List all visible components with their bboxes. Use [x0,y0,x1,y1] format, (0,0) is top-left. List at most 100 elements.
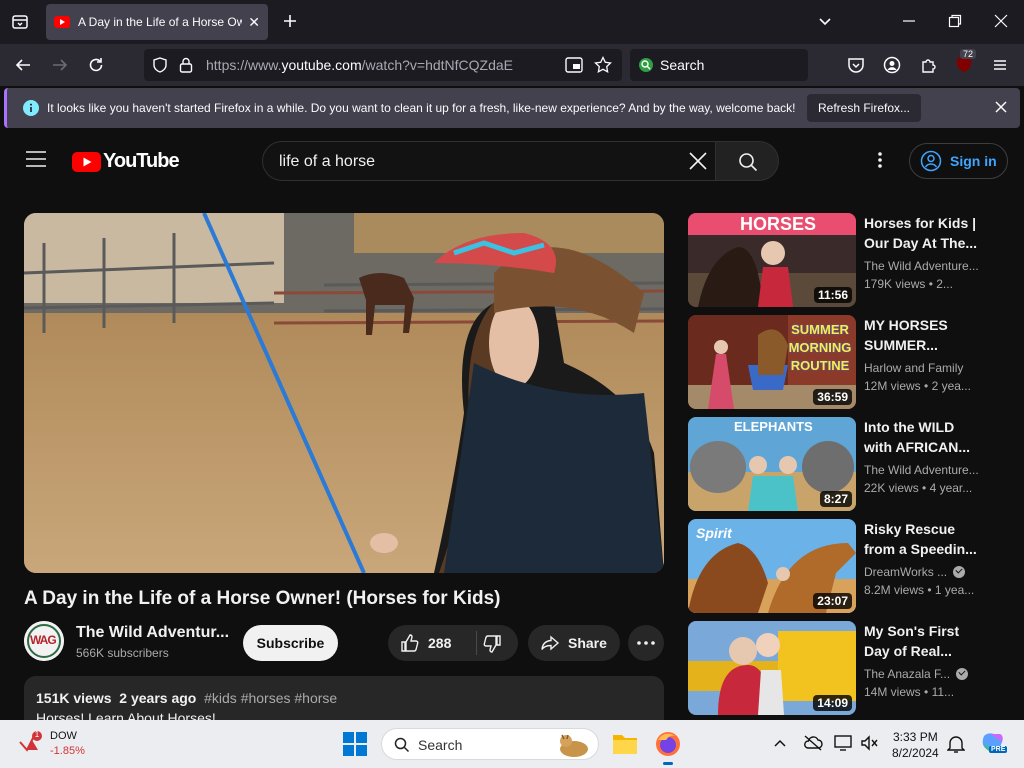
show-hidden-icons-chevron-up-icon[interactable] [774,738,786,748]
bookmark-star-icon[interactable] [594,56,612,74]
video-thumbnail[interactable]: ELEPHANTS 8:27 [688,417,856,511]
video-duration: 36:59 [813,389,852,405]
stock-widget-icon[interactable]: 1 [18,730,46,756]
active-tab[interactable]: A Day in the Life of a Horse Owner ✕ [46,4,268,40]
stock-name: DOW [50,730,77,742]
taskbar-clock[interactable]: 3:33 PM 8/2/2024 [892,729,939,761]
user-circle-icon [920,150,942,172]
tab-overflow-chevron-down-icon[interactable] [817,14,833,30]
pocket-icon[interactable] [847,56,865,74]
extensions-puzzle-icon[interactable] [920,56,938,74]
channel-name: The Wild Adventure... [864,259,979,273]
youtube-play-logo-icon [72,151,101,172]
back-arrow-icon[interactable] [14,56,32,74]
restore-window-icon[interactable] [948,14,962,28]
close-notification-icon[interactable] [995,101,1007,113]
recommended-video[interactable]: Spirit 23:07 Risky Rescue from a Speedin.… [688,519,988,613]
channel-avatar[interactable]: WAG [24,621,64,661]
more-horizontal-icon [637,641,655,645]
upload-age: 2 years ago [119,690,197,706]
ublock-extension-icon[interactable]: 72 [954,49,977,74]
like-divider [476,631,477,655]
youtube-header: YouTube life of a horse Sign in [0,130,1024,190]
hamburger-menu-icon[interactable] [991,56,1009,74]
taskbar-search[interactable]: Search [381,728,599,760]
new-tab-icon[interactable] [281,12,299,30]
recommended-video[interactable]: 14:09 My Son's First Day of Real... The A… [688,621,988,715]
sign-in-label: Sign in [950,153,997,169]
guide-menu-icon[interactable] [26,151,46,167]
youtube-logo-text: YouTube [103,150,180,172]
stock-change: -1.85% [50,745,85,757]
video-title: MY HORSES SUMMER... [864,317,948,353]
lock-icon[interactable] [178,56,194,74]
video-thumbnail[interactable]: HORSES 11:56 [688,213,856,307]
clock-time: 3:33 PM [893,730,938,744]
address-bar[interactable]: https://www.youtube.com/watch?v=hdtNfCQZ… [144,49,622,81]
close-window-icon[interactable] [994,14,1008,28]
youtube-search-button[interactable] [715,141,779,181]
like-thumb-up-icon[interactable] [400,633,420,653]
web-search-bar[interactable]: Search [630,49,808,81]
browser-toolbar: https://www.youtube.com/watch?v=hdtNfCQZ… [0,44,1024,86]
picture-in-picture-icon[interactable] [565,57,583,73]
hashtags[interactable]: #kids #horses #horse [204,690,337,706]
dislike-thumb-down-icon[interactable] [482,634,502,654]
volume-muted-icon[interactable] [860,734,878,752]
video-duration: 14:09 [813,695,852,711]
url-text: https://www.youtube.com/watch?v=hdtNfCQZ… [206,57,513,73]
recommended-video[interactable]: ELEPHANTS 8:27 Into the WILD with AFRICAN… [688,417,988,511]
tracking-protection-shield-icon[interactable] [152,57,168,73]
like-count: 288 [428,635,452,651]
video-title: Risky Rescue from a Speedin... [864,521,977,557]
video-title: A Day in the Life of a Horse Owner! (Hor… [24,588,501,609]
subscribe-button[interactable]: Subscribe [243,625,338,661]
list-all-tabs-icon[interactable] [11,13,29,31]
file-explorer-icon[interactable] [612,731,638,755]
clear-search-icon[interactable] [689,152,707,170]
share-button[interactable]: Share [528,625,620,661]
reload-icon[interactable] [87,56,105,74]
video-thumbnail[interactable]: 14:09 [688,621,856,715]
sign-in-button[interactable]: Sign in [909,143,1008,179]
windows-taskbar: 1 DOW -1.85% Search 3:33 PM 8/2/2024 PRE [0,720,1024,768]
forward-arrow-icon[interactable] [51,56,69,74]
youtube-logo[interactable]: YouTube [72,150,180,173]
recommended-video[interactable]: HORSES 11:56 Horses for Kids | Our Day At… [688,213,988,307]
account-icon[interactable] [883,56,901,74]
notification-bell-icon[interactable] [947,734,965,754]
youtube-search-input[interactable]: life of a horse [262,141,716,181]
settings-more-vertical-icon[interactable] [877,151,883,169]
web-search-placeholder: Search [660,57,705,73]
refresh-firefox-button[interactable]: Refresh Firefox... [807,94,921,122]
channel-name: The Anazala F... [864,667,969,681]
copilot-icon[interactable]: PRE [980,730,1008,756]
tab-title: A Day in the Life of a Horse Owner [78,15,243,29]
video-stats: 179K views • 2... [864,277,953,291]
video-stats: 8.2M views • 1 yea... [864,583,975,597]
video-duration: 11:56 [813,287,852,303]
search-icon [738,152,758,172]
video-frame-image [24,213,664,573]
video-thumbnail[interactable]: Spirit 23:07 [688,519,856,613]
windows-start-icon[interactable] [343,732,367,756]
firefox-taskbar-icon[interactable] [654,730,682,765]
video-player[interactable] [24,213,664,573]
verified-check-icon [956,668,969,680]
minimize-window-icon[interactable] [902,14,916,28]
stock-widget[interactable]: DOW -1.85% [50,729,85,759]
notification-message: It looks like you haven't started Firefo… [47,101,796,115]
video-thumbnail[interactable]: SUMMER MORNING ROUTINE 36:59 [688,315,856,409]
recommended-video[interactable]: SUMMER MORNING ROUTINE 36:59 MY HORSES SU… [688,315,988,409]
channel-name[interactable]: The Wild Adventur... [76,624,229,642]
channel-avatar-text: WAG [30,633,57,647]
like-dislike-group: 288 [388,625,518,661]
info-icon [23,100,39,116]
more-actions-button[interactable] [628,625,664,661]
close-tab-icon[interactable]: ✕ [248,14,260,31]
thumbnail-overlay-text: ELEPHANTS [734,419,813,434]
view-count: 151K views [36,690,112,706]
display-monitor-icon[interactable] [834,734,854,752]
cloud-sync-off-icon[interactable] [803,734,823,752]
clock-date: 8/2/2024 [892,746,939,760]
